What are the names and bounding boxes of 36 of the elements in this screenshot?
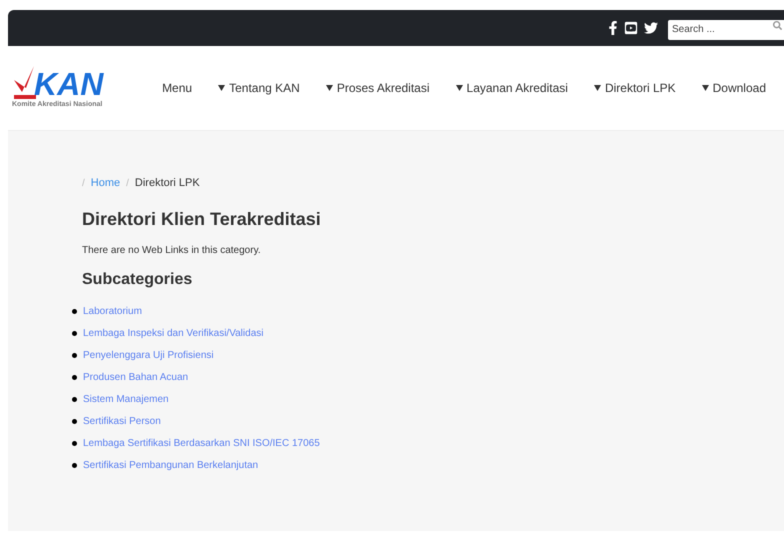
subcategory-link[interactable]: Penyelenggara Uji Profisiensi [83, 348, 214, 364]
bullet-icon [72, 309, 77, 314]
logo-wordmark: KAN [34, 68, 104, 100]
bullet-icon [72, 419, 77, 424]
bullet-icon [72, 375, 77, 380]
nav-item[interactable]: Direktori LPK [604, 79, 676, 97]
breadcrumb-separator: / [82, 176, 85, 191]
subcategories-heading: Subcategories [82, 270, 194, 290]
subcategory-link[interactable]: Lembaga Inspeksi dan Verifikasi/Validasi [83, 326, 264, 342]
subcategory-link[interactable]: Sertifikasi Pembangunan Berkelanjutan [83, 458, 258, 474]
nav-item[interactable]: Proses Akreditasi [336, 79, 430, 97]
bullet-icon [72, 331, 77, 336]
facebook-icon[interactable] [608, 21, 618, 35]
subcategory-link[interactable]: Laboratorium [83, 304, 142, 320]
twitter-icon[interactable] [644, 21, 658, 35]
subcategory-link[interactable]: Lembaga Sertifikasi Berdasarkan SNI ISO/IEC 17065 [83, 436, 320, 452]
subcategory-link[interactable]: Sertifikasi Person [83, 414, 161, 430]
breadcrumb-current: Direktori LPK [134, 176, 200, 191]
nav-item[interactable]: Download [712, 79, 766, 97]
check-mark-icon [14, 66, 36, 100]
bullet-icon [72, 463, 77, 468]
bullet-icon [72, 441, 77, 446]
notice-text: There are no Web Links in this category. [82, 244, 262, 258]
nav-item[interactable]: Tentang KAN [229, 79, 300, 97]
bullet-icon [72, 397, 77, 402]
search-icon[interactable] [773, 21, 782, 30]
subcategory-link[interactable]: Produsen Bahan Acuan [83, 370, 188, 386]
youtube-icon[interactable] [624, 21, 638, 35]
subcategory-link[interactable]: Sistem Manajemen [83, 392, 169, 408]
breadcrumb-separator: / [126, 176, 129, 191]
nav-item[interactable]: Layanan Akreditasi [466, 79, 568, 97]
search-field[interactable]: Search ... [668, 20, 784, 40]
page-title: Direktori Klien Terakreditasi [82, 208, 322, 230]
bullet-icon [72, 353, 77, 358]
nav-item[interactable]: Menu [162, 79, 192, 97]
breadcrumb-link[interactable]: Home [90, 175, 120, 192]
